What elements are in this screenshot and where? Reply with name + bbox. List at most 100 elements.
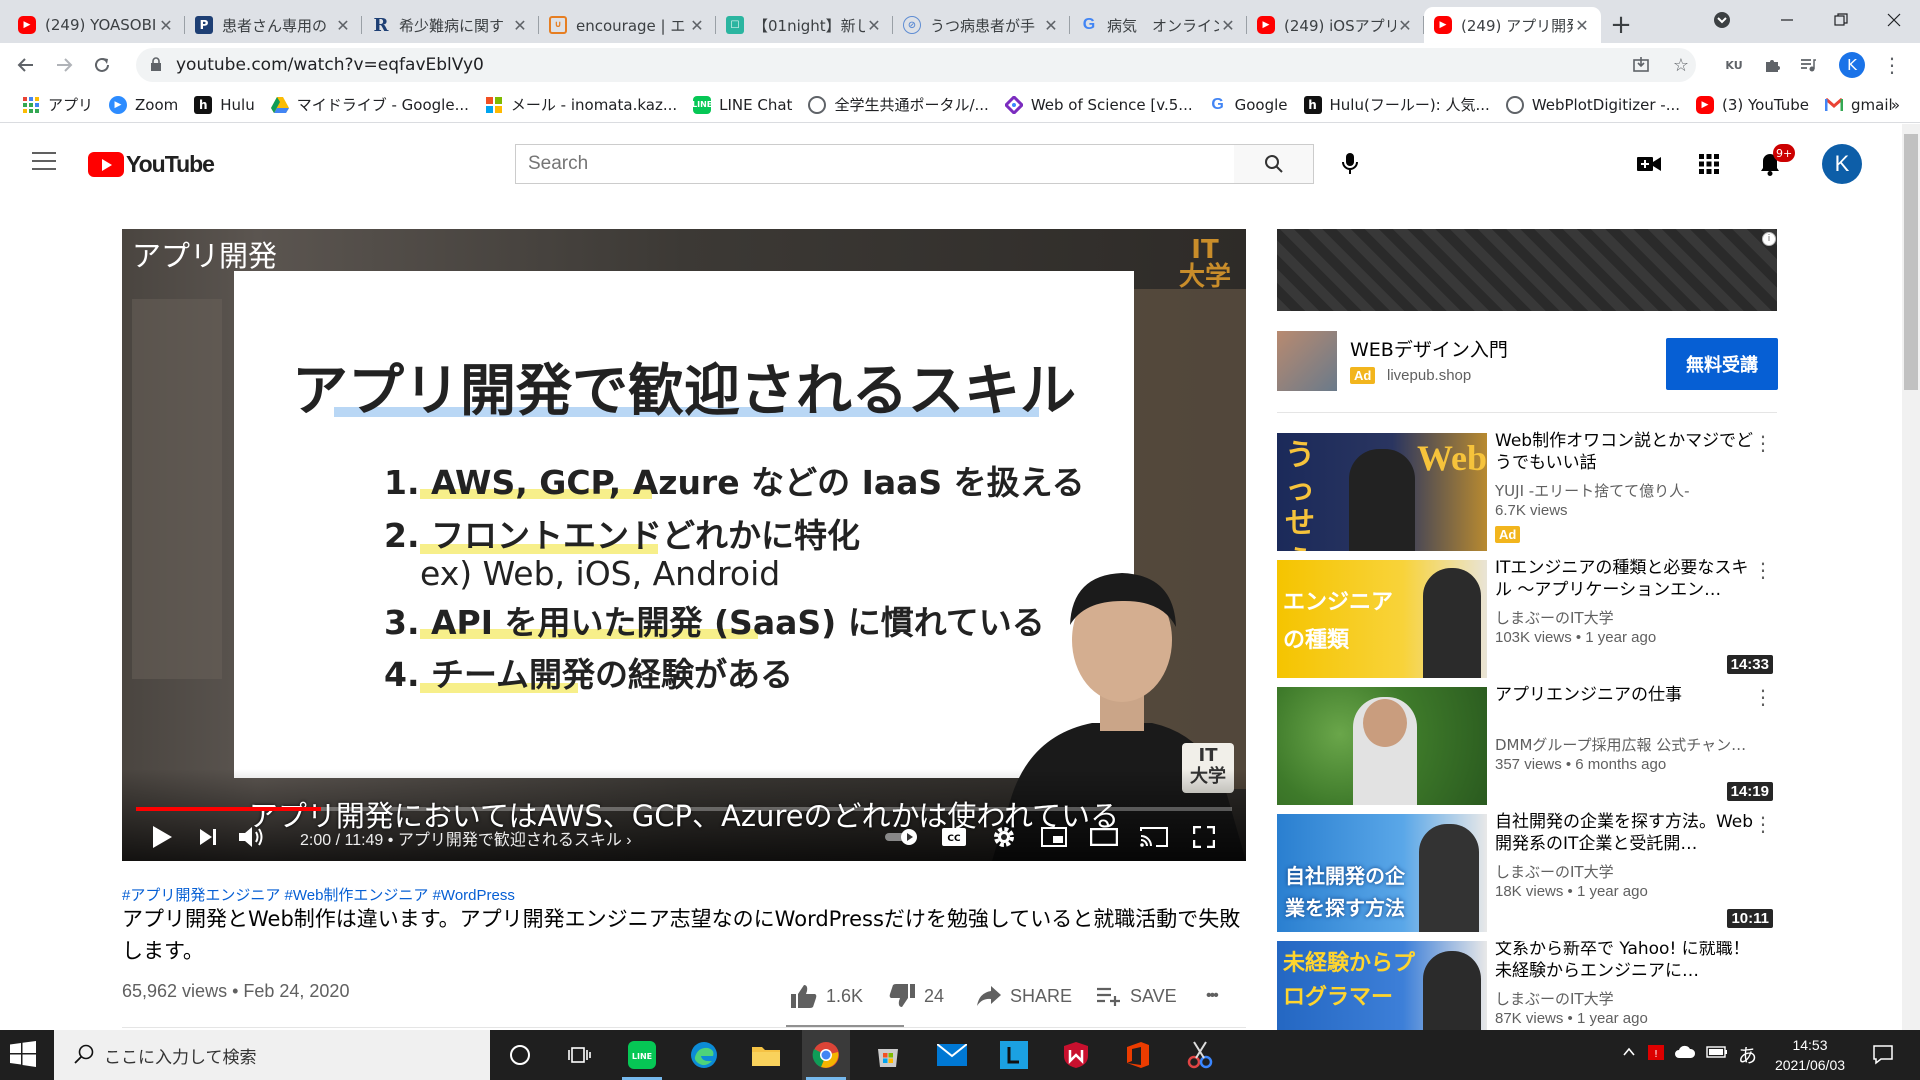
recommended-video[interactable]: うっせぇわ Web Web制作オワコン説とかマジでどうでもいい話 YUJI -エ… [1277, 431, 1777, 551]
page-scrollbar[interactable] [1902, 124, 1920, 1030]
action-center-icon[interactable] [1872, 1043, 1894, 1069]
microsoft-store-icon[interactable] [864, 1030, 912, 1080]
create-video-icon[interactable] [1631, 146, 1667, 182]
l-app-icon[interactable] [990, 1030, 1038, 1080]
mcafee-icon[interactable] [1052, 1030, 1100, 1080]
media-control-icon[interactable] [1792, 49, 1824, 81]
address-bar[interactable]: youtube.com/watch?v=eqfavEblVy0 [136, 48, 1696, 82]
browser-tab[interactable]: ▶ (249) YOASOBI ✕ [8, 7, 185, 43]
dislike-button[interactable]: 24 [888, 980, 944, 1012]
close-tab-icon[interactable]: ✕ [1573, 16, 1591, 35]
mail-app-icon[interactable] [928, 1030, 976, 1080]
ku-extension-icon[interactable]: KU [1718, 49, 1750, 81]
bookmark-item[interactable]: G Google [1201, 91, 1296, 119]
extensions-puzzle-icon[interactable] [1756, 49, 1788, 81]
recommended-video[interactable]: エンジニアの種類 14:33 ITエンジニアの種類と必要なスキル ～アプリケーシ… [1277, 558, 1777, 678]
minimize-icon[interactable] [1760, 0, 1814, 40]
task-view-icon[interactable] [556, 1030, 604, 1080]
reload-icon[interactable] [86, 49, 118, 81]
share-button[interactable]: SHARE [976, 980, 1072, 1012]
forward-arrow-icon[interactable] [48, 49, 80, 81]
bookmark-item[interactable]: メール - inomata.kaz... [477, 91, 685, 119]
browser-tab[interactable]: ⊘ うつ病患者が手 ✕ [893, 7, 1070, 43]
close-tab-icon[interactable]: ✕ [511, 16, 529, 35]
next-video-button[interactable] [190, 819, 226, 855]
autoplay-toggle[interactable] [884, 819, 920, 855]
bookmark-item[interactable]: WebPlotDigitizer -... [1498, 91, 1688, 119]
close-tab-icon[interactable]: ✕ [157, 16, 175, 35]
line-app-icon[interactable]: LINE [618, 1030, 666, 1080]
snipping-tool-icon[interactable] [1176, 1030, 1224, 1080]
browser-tab[interactable]: ☐ 【01night】新しい ✕ [716, 7, 893, 43]
save-button[interactable]: SAVE [1096, 980, 1177, 1012]
menu-hamburger-icon[interactable] [32, 152, 56, 172]
more-options-icon[interactable]: ⋮ [1753, 814, 1773, 834]
youtube-logo[interactable]: YouTube [88, 151, 215, 178]
settings-button[interactable] [986, 819, 1022, 855]
like-button[interactable]: 1.6K [790, 980, 863, 1012]
video-player[interactable]: アプリ開発 IT 大学 アプリ開発で歓迎されるスキル 1. AWS, GCP, … [122, 229, 1246, 861]
chrome-icon[interactable] [802, 1030, 850, 1080]
bookmark-item[interactable]: アプリ [14, 91, 101, 119]
more-options-icon[interactable]: ⋮ [1753, 687, 1773, 707]
cortana-icon[interactable] [496, 1030, 544, 1080]
browser-tab-active[interactable]: ▶ (249) アプリ開発 ✕ [1424, 7, 1601, 43]
recommended-video[interactable]: 14:19 アプリエンジニアの仕事 DMMグループ採用広報 公式チャン… 357… [1277, 685, 1777, 805]
browser-tab[interactable]: ▶ (249) iOSアプリ ✕ [1247, 7, 1424, 43]
tab-search-icon[interactable] [1702, 0, 1742, 40]
ad-banner[interactable] [1277, 229, 1777, 311]
more-options-icon[interactable]: ⋮ [1753, 560, 1773, 580]
play-button[interactable] [144, 819, 180, 855]
restore-icon[interactable] [1814, 0, 1868, 40]
bookmark-item[interactable]: h Hulu [186, 91, 262, 119]
install-app-icon[interactable] [1625, 49, 1657, 81]
search-input[interactable] [515, 144, 1235, 184]
new-tab-button[interactable]: + [1601, 7, 1641, 43]
progress-bar[interactable] [136, 807, 1232, 811]
close-tab-icon[interactable]: ✕ [1396, 16, 1414, 35]
miniplayer-button[interactable] [1036, 819, 1072, 855]
browser-tab[interactable]: P 患者さん専用の ✕ [185, 7, 362, 43]
battery-icon[interactable] [1706, 1044, 1728, 1063]
scrollbar-thumb[interactable] [1904, 134, 1918, 390]
ad-info-icon[interactable]: i [1762, 232, 1776, 246]
cast-button[interactable] [1136, 819, 1172, 855]
apps-grid-icon[interactable] [1691, 146, 1727, 182]
bookmark-star-icon[interactable]: ☆ [1665, 49, 1697, 81]
video-hashtags[interactable]: #アプリ開発エンジニア #Web制作エンジニア #WordPress [122, 884, 515, 905]
mute-button[interactable] [234, 819, 270, 855]
taskbar-clock[interactable]: 14:53 2021/06/03 [1770, 1035, 1850, 1075]
more-actions-button[interactable]: ••• [1206, 980, 1219, 1012]
windows-start-button[interactable] [10, 1041, 40, 1071]
search-button[interactable] [1234, 144, 1314, 184]
bookmark-item[interactable]: Web of Science [v.5... [997, 91, 1201, 119]
bookmark-item[interactable]: ▶ (3) YouTube [1688, 91, 1817, 119]
fullscreen-button[interactable] [1186, 819, 1222, 855]
browser-tab[interactable]: G 病気 オンライン ✕ [1070, 7, 1247, 43]
voice-search-button[interactable] [1330, 144, 1370, 184]
edge-icon[interactable] [680, 1030, 728, 1080]
recommended-video[interactable]: 自社開発の企業を探す方法 10:11 自社開発の企業を探す方法。Web開発系のI… [1277, 812, 1777, 932]
close-window-icon[interactable] [1868, 0, 1920, 40]
close-tab-icon[interactable]: ✕ [1042, 16, 1060, 35]
close-tab-icon[interactable]: ✕ [865, 16, 883, 35]
profile-avatar[interactable]: K [1836, 49, 1868, 81]
recommended-video[interactable]: 未経験からプログラマー 文系から新卒で Yahoo! に就職！未経験からエンジニ… [1277, 941, 1777, 1030]
tray-chevron-icon[interactable] [1622, 1044, 1636, 1063]
browser-tab[interactable]: R 希少難病に関す ✕ [362, 7, 539, 43]
close-tab-icon[interactable]: ✕ [334, 16, 352, 35]
bookmark-item[interactable]: マイドライブ - Google... [263, 91, 477, 119]
file-explorer-icon[interactable] [742, 1030, 790, 1080]
more-options-icon[interactable]: ⋮ [1753, 433, 1773, 453]
back-arrow-icon[interactable] [10, 49, 42, 81]
bookmarks-overflow-button[interactable]: » [1883, 91, 1908, 119]
chrome-menu-icon[interactable]: ⋮ [1876, 49, 1908, 81]
close-tab-icon[interactable]: ✕ [688, 16, 706, 35]
bookmark-item[interactable]: h Hulu(フールー): 人気... [1296, 91, 1498, 119]
account-avatar[interactable]: K [1822, 144, 1862, 184]
chapter-chevron-icon[interactable]: › [626, 832, 631, 849]
browser-tab[interactable]: ∪ encourage | エ ✕ [539, 7, 716, 43]
taskbar-search-box[interactable]: ここに入力して検索 [54, 1030, 490, 1080]
close-tab-icon[interactable]: ✕ [1219, 16, 1237, 35]
ime-indicator[interactable]: あ [1738, 1041, 1757, 1068]
